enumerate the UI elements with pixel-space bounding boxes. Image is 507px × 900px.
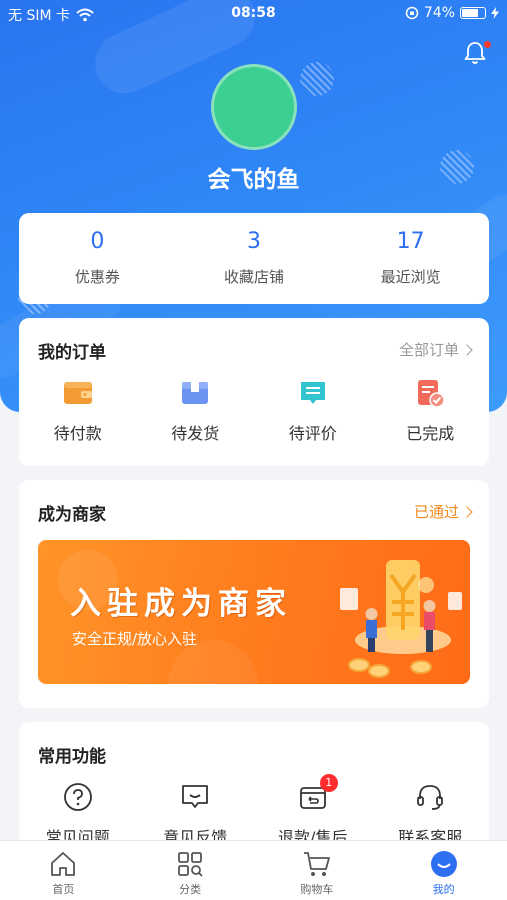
all-orders-label: 全部订单 bbox=[398, 341, 459, 359]
order-pending-shipment[interactable]: 待发货 bbox=[137, 378, 255, 444]
merchant-status: 已通过 bbox=[413, 503, 459, 521]
chevron-right-icon bbox=[461, 505, 473, 518]
orders-title: 我的订单 bbox=[38, 343, 106, 363]
stat-value: 17 bbox=[396, 229, 425, 254]
battery-percent: 74% bbox=[423, 5, 455, 21]
coin-decoration bbox=[348, 658, 370, 672]
merchant-status-link[interactable]: 已通过 bbox=[413, 501, 473, 522]
coin-decoration bbox=[410, 660, 432, 674]
stat-recent-views[interactable]: 17 最近浏览 bbox=[332, 213, 489, 304]
order-label: 待评价 bbox=[288, 424, 337, 443]
charging-icon bbox=[491, 7, 499, 19]
tab-profile[interactable]: 我的 bbox=[380, 841, 507, 900]
category-icon bbox=[178, 852, 203, 877]
merchant-banner[interactable]: 入驻成为商家 安全正规/放心入驻 bbox=[38, 540, 470, 684]
banner-subtitle: 安全正规/放心入驻 bbox=[72, 630, 198, 648]
chevron-right-icon bbox=[461, 343, 473, 356]
stat-label: 收藏店铺 bbox=[224, 268, 285, 286]
order-label: 待发货 bbox=[171, 424, 220, 443]
battery-icon bbox=[460, 7, 486, 19]
orders-card: 我的订单 全部订单 待付款 待发货 待评价 已完成 bbox=[19, 318, 489, 466]
home-icon bbox=[51, 852, 76, 876]
order-label: 待付款 bbox=[53, 424, 102, 443]
common-title: 常用功能 bbox=[38, 747, 106, 767]
stat-coupons[interactable]: 0 优惠券 bbox=[19, 213, 176, 304]
tab-cart[interactable]: 购物车 bbox=[254, 841, 381, 900]
stat-value: 0 bbox=[90, 229, 105, 254]
avatar[interactable] bbox=[211, 64, 297, 150]
bottom-tab-bar: 首页 分类 购物车 我的 bbox=[0, 840, 507, 900]
username: 会飞的鱼 bbox=[207, 167, 300, 193]
tab-label: 首页 bbox=[52, 883, 75, 896]
tab-label: 购物车 bbox=[300, 883, 334, 896]
stat-favorite-shops[interactable]: 3 收藏店铺 bbox=[176, 213, 333, 304]
banner-title: 入驻成为商家 bbox=[70, 586, 292, 622]
refund-badge: 1 bbox=[319, 774, 338, 792]
headset-icon bbox=[417, 785, 444, 810]
stat-label: 优惠券 bbox=[74, 268, 120, 286]
order-pending-review[interactable]: 待评价 bbox=[254, 378, 372, 444]
tab-home[interactable]: 首页 bbox=[0, 841, 127, 900]
package-icon bbox=[182, 382, 209, 404]
question-icon bbox=[63, 783, 92, 811]
wallet-icon bbox=[63, 382, 92, 404]
refund-icon-wrapper: 1 bbox=[298, 774, 338, 812]
all-orders-link[interactable]: 全部订单 bbox=[398, 339, 473, 360]
profile-icon bbox=[430, 851, 457, 877]
feedback-icon bbox=[182, 785, 209, 808]
merchant-title: 成为商家 bbox=[38, 505, 106, 525]
order-completed[interactable]: 已完成 bbox=[372, 378, 490, 444]
function-refund[interactable]: 1 退款/售后 bbox=[254, 774, 372, 848]
orientation-lock-icon bbox=[405, 6, 419, 20]
comment-icon bbox=[300, 382, 325, 404]
tab-category[interactable]: 分类 bbox=[127, 841, 254, 900]
status-bar: 无 SIM 卡 08:58 74% bbox=[0, 0, 507, 28]
stat-label: 最近浏览 bbox=[380, 268, 441, 286]
stats-card: 0 优惠券 3 收藏店铺 17 最近浏览 bbox=[19, 213, 489, 304]
coin-decoration bbox=[368, 664, 390, 678]
function-feedback[interactable]: 意见反馈 bbox=[137, 782, 255, 848]
header-decoration bbox=[300, 62, 334, 96]
notification-dot bbox=[484, 41, 491, 48]
order-label: 已完成 bbox=[406, 424, 455, 443]
completed-doc-icon bbox=[418, 380, 445, 408]
order-pending-payment[interactable]: 待付款 bbox=[19, 378, 137, 444]
tab-label: 分类 bbox=[179, 883, 202, 896]
stat-value: 3 bbox=[247, 229, 261, 254]
function-customer-service[interactable]: 联系客服 bbox=[372, 782, 490, 848]
merchant-card: 成为商家 已通过 入驻成为商家 安全正规/放心入驻 bbox=[19, 480, 489, 708]
cart-icon bbox=[303, 852, 330, 876]
tab-label: 我的 bbox=[432, 883, 455, 896]
function-faq[interactable]: 常见问题 bbox=[19, 782, 137, 848]
